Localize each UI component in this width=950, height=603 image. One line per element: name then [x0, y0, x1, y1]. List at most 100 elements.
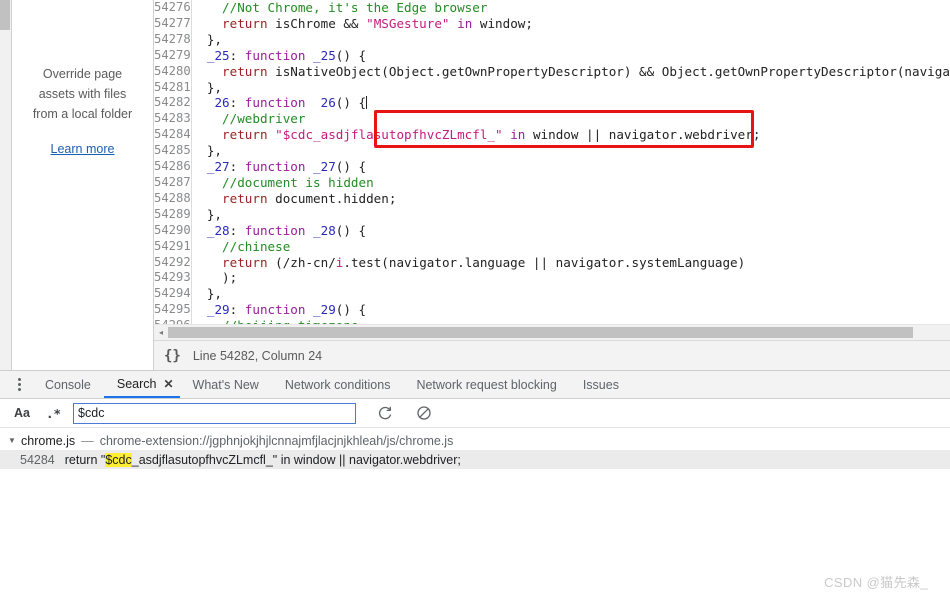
- code-token: );: [192, 270, 238, 285]
- code-token: },: [192, 143, 222, 158]
- code-line: 54277 return isChrome && "MSGesture" in …: [154, 16, 950, 32]
- code-line-content[interactable]: },: [191, 143, 950, 159]
- code-token: [305, 159, 313, 174]
- drawer-tab-network-request-blocking[interactable]: Network request blocking: [403, 371, 569, 398]
- result-file-name: chrome.js: [21, 434, 75, 448]
- clear-icon[interactable]: [414, 403, 434, 423]
- code-line: 54284 return "$cdc_asdjflasutopfhvcZLmcf…: [154, 127, 950, 143]
- code-token: [305, 302, 313, 317]
- code-line-content[interactable]: _25: function _25() {: [191, 48, 950, 64]
- drawer-tab-label: Network conditions: [285, 378, 391, 392]
- line-number[interactable]: 54278: [154, 32, 191, 48]
- code-line-content[interactable]: return isNativeObject(Object.getOwnPrope…: [191, 64, 950, 80]
- line-number[interactable]: 54277: [154, 16, 191, 32]
- code-line-content[interactable]: _29: function _29() {: [191, 302, 950, 318]
- scroll-left-arrow-icon[interactable]: ◂: [154, 325, 168, 340]
- drawer-tab-search[interactable]: Search✕: [104, 371, 180, 398]
- code-token: [192, 302, 207, 317]
- line-number[interactable]: 54293: [154, 270, 191, 286]
- line-number[interactable]: 54285: [154, 143, 191, 159]
- code-line-content[interactable]: return isChrome && "MSGesture" in window…: [191, 16, 950, 32]
- code-line-content[interactable]: return (/zh-cn/i.test(navigator.language…: [191, 255, 950, 271]
- code-line-content[interactable]: //document is hidden: [191, 175, 950, 191]
- code-line-content[interactable]: },: [191, 286, 950, 302]
- code-line-content[interactable]: },: [191, 32, 950, 48]
- code-line-content[interactable]: //Not Chrome, it's the Edge browser: [191, 0, 950, 16]
- result-file-url: chrome-extension://jgphnjokjhjlcnnajmfjl…: [100, 434, 454, 448]
- line-number[interactable]: 54281: [154, 80, 191, 96]
- code-token: function: [245, 159, 306, 174]
- code-token: () {: [336, 159, 366, 174]
- code-line-content[interactable]: //chinese: [191, 239, 950, 255]
- line-number[interactable]: 54289: [154, 207, 191, 223]
- line-number[interactable]: 54279: [154, 48, 191, 64]
- search-input[interactable]: [73, 403, 356, 424]
- code-line-content[interactable]: return "$cdc_asdjflasutopfhvcZLmcfl_" in…: [191, 127, 950, 143]
- code-line-content[interactable]: },: [191, 80, 950, 96]
- code-line-content[interactable]: 26: function 26() {: [191, 95, 950, 111]
- drawer-tab-console[interactable]: Console: [32, 371, 104, 398]
- code-token: return: [222, 64, 268, 79]
- learn-more-link[interactable]: Learn more: [51, 142, 115, 156]
- code-line-content[interactable]: );: [191, 270, 950, 286]
- line-number[interactable]: 54288: [154, 191, 191, 207]
- drawer-tab-issues[interactable]: Issues: [570, 371, 632, 398]
- refresh-icon[interactable]: [375, 403, 395, 423]
- code-line: 54280 return isNativeObject(Object.getOw…: [154, 64, 950, 80]
- code-line: 54276 //Not Chrome, it's the Edge browse…: [154, 0, 950, 16]
- chevron-down-icon[interactable]: ▼: [8, 436, 18, 445]
- code-line-content[interactable]: },: [191, 207, 950, 223]
- kebab-menu-icon[interactable]: [6, 371, 32, 398]
- search-result-file-header[interactable]: ▼ chrome.js — chrome-extension://jgphnjo…: [0, 431, 950, 450]
- line-number[interactable]: 54276: [154, 0, 191, 16]
- code-token: () {: [336, 95, 366, 110]
- line-number[interactable]: 54280: [154, 64, 191, 80]
- code-scroll-container[interactable]: 54276 //Not Chrome, it's the Edge browse…: [154, 0, 950, 324]
- search-result-row[interactable]: 54284return "$cdc_asdjflasutopfhvcZLmcfl…: [0, 450, 950, 469]
- line-number[interactable]: 54291: [154, 239, 191, 255]
- code-line-content[interactable]: _27: function _27() {: [191, 159, 950, 175]
- code-line-content[interactable]: //webdriver: [191, 111, 950, 127]
- line-number[interactable]: 54294: [154, 286, 191, 302]
- line-number[interactable]: 54284: [154, 127, 191, 143]
- code-token: return: [222, 16, 268, 31]
- code-line-content[interactable]: _28: function _28() {: [191, 223, 950, 239]
- line-number[interactable]: 54287: [154, 175, 191, 191]
- code-line: 54285 },: [154, 143, 950, 159]
- close-icon[interactable]: ✕: [163, 377, 173, 391]
- code-line-content[interactable]: return document.hidden;: [191, 191, 950, 207]
- line-number[interactable]: 54290: [154, 223, 191, 239]
- drawer-tab-what-s-new[interactable]: What's New: [180, 371, 272, 398]
- editor-horizontal-scrollbar[interactable]: ◂: [154, 324, 950, 340]
- line-number[interactable]: 54283: [154, 111, 191, 127]
- code-token: return: [222, 127, 268, 142]
- line-number[interactable]: 54282: [154, 95, 191, 111]
- code-editor[interactable]: 54276 //Not Chrome, it's the Edge browse…: [154, 0, 950, 324]
- drawer-tab-bar: ConsoleSearch✕What's New Network conditio…: [0, 371, 950, 399]
- line-number[interactable]: 54295: [154, 302, 191, 318]
- scrollbar-thumb[interactable]: [0, 0, 10, 30]
- match-case-button[interactable]: Aa: [14, 406, 30, 420]
- code-token: _28: [207, 223, 230, 238]
- code-token: _27: [207, 159, 230, 174]
- code-token: _29: [207, 302, 230, 317]
- curly-braces-icon[interactable]: {}: [164, 348, 181, 364]
- drawer-tab-network-conditions[interactable]: Network conditions: [272, 371, 404, 398]
- code-line: 54288 return document.hidden;: [154, 191, 950, 207]
- code-token: in: [457, 16, 472, 31]
- code-token: () {: [336, 302, 366, 317]
- code-token: },: [192, 32, 222, 47]
- code-token: [192, 175, 222, 190]
- code-token: (/zh-cn/: [268, 255, 336, 270]
- code-token: return: [222, 255, 268, 270]
- code-line: 54291 //chinese: [154, 239, 950, 255]
- code-token: [192, 111, 222, 126]
- line-number[interactable]: 54292: [154, 255, 191, 271]
- regex-button[interactable]: .*: [46, 406, 61, 421]
- horizontal-scrollbar-thumb[interactable]: [168, 327, 913, 338]
- code-line: 54283 //webdriver: [154, 111, 950, 127]
- navigator-vertical-scrollbar[interactable]: [0, 0, 11, 370]
- line-number[interactable]: 54286: [154, 159, 191, 175]
- devtools-window: Override page assets with files from a l…: [0, 0, 950, 603]
- result-text-after: _asdjflasutopfhvcZLmcfl_" in window || n…: [132, 453, 461, 467]
